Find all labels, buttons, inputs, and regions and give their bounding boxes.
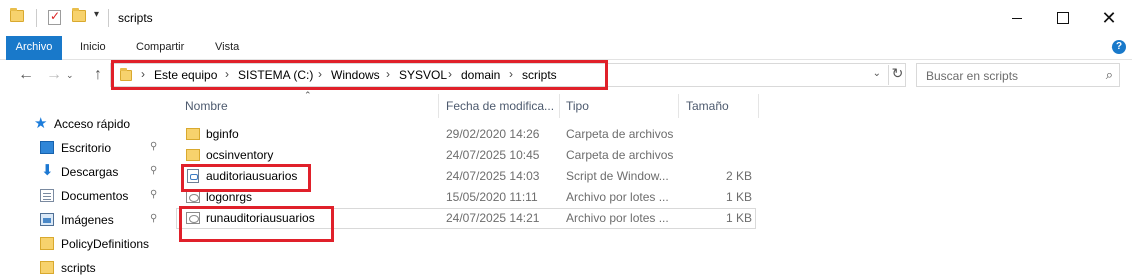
- column-divider[interactable]: [559, 94, 560, 118]
- documents-icon: [40, 189, 54, 202]
- file-list: ⌃ Nombre Fecha de modifica... Tipo Tamañ…: [176, 90, 1132, 280]
- file-name: ocsinventory: [206, 148, 274, 162]
- title-bar: ▾ scripts ✕: [0, 0, 1132, 36]
- pin-icon[interactable]: ⚲: [150, 213, 157, 224]
- pin-icon[interactable]: ⚲: [150, 141, 157, 152]
- search-placeholder: Buscar en scripts: [926, 69, 1019, 83]
- toolbar-separator: [108, 9, 109, 27]
- folder-icon: [186, 149, 200, 161]
- sidebar-item-label: Imágenes: [61, 213, 114, 227]
- column-header-fecha[interactable]: Fecha de modifica...: [446, 99, 554, 117]
- star-icon: ★: [34, 115, 48, 132]
- toolbar-separator: [36, 9, 37, 27]
- forward-button[interactable]: →: [46, 66, 62, 84]
- runauditoriausuarios-highlight-box: [179, 206, 334, 242]
- tab-archivo[interactable]: Archivo: [6, 36, 62, 60]
- column-header-tamano[interactable]: Tamaño: [686, 99, 729, 117]
- recent-locations-button[interactable]: ⌄: [66, 70, 74, 81]
- file-date: 24/07/2025 10:45: [446, 148, 540, 162]
- column-header-nombre[interactable]: Nombre: [185, 99, 228, 117]
- column-divider[interactable]: [758, 94, 759, 118]
- auditoriausuarios-highlight-box: [181, 164, 311, 192]
- folder-icon: [186, 128, 200, 140]
- pictures-icon: [40, 213, 54, 226]
- table-row[interactable]: bginfo 29/02/2020 14:26 Carpeta de archi…: [176, 124, 766, 145]
- file-type: Archivo por lotes ...: [566, 190, 669, 204]
- file-date: 15/05/2020 11:11: [446, 190, 538, 204]
- sidebar-item-label: Documentos: [61, 189, 129, 203]
- window-title: scripts: [118, 11, 153, 25]
- sidebar-item-label: PolicyDefinitions: [61, 237, 150, 251]
- file-date: 29/02/2020 14:26: [446, 127, 540, 141]
- sidebar-item-label: Acceso rápido: [54, 117, 131, 131]
- tab-compartir[interactable]: Compartir: [128, 36, 192, 60]
- file-type: Carpeta de archivos: [566, 127, 674, 141]
- back-button[interactable]: ←: [18, 66, 34, 84]
- address-history-dropdown[interactable]: ⌄: [873, 68, 881, 79]
- file-type: Script de Window...: [566, 169, 669, 183]
- pin-icon[interactable]: ⚲: [150, 165, 157, 176]
- file-name: bginfo: [206, 127, 239, 141]
- close-button[interactable]: ✕: [1086, 0, 1132, 36]
- sort-ascending-icon: ⌃: [304, 90, 312, 100]
- search-input[interactable]: Buscar en scripts ⌕: [916, 63, 1120, 87]
- table-row[interactable]: ocsinventory 24/07/2025 10:45 Carpeta de…: [176, 145, 766, 166]
- pin-icon[interactable]: ⚲: [150, 189, 157, 200]
- column-divider[interactable]: [678, 94, 679, 118]
- batch-file-icon: [186, 191, 200, 203]
- download-icon: ⬇: [41, 162, 54, 179]
- customize-quick-access-button[interactable]: ▾: [94, 9, 99, 20]
- desktop-icon: [40, 141, 54, 154]
- refresh-button[interactable]: ↻: [888, 65, 906, 85]
- sidebar-item-label: Descargas: [61, 165, 119, 179]
- tab-vista[interactable]: Vista: [207, 36, 247, 60]
- folder-icon: [40, 261, 54, 274]
- column-divider[interactable]: [438, 94, 439, 118]
- up-button[interactable]: ↑: [94, 66, 102, 84]
- help-button[interactable]: ?: [1112, 40, 1126, 54]
- sidebar-item-label: scripts: [61, 261, 96, 275]
- file-type: Carpeta de archivos: [566, 148, 674, 162]
- tab-inicio[interactable]: Inicio: [72, 36, 114, 60]
- navigation-pane: ★ Acceso rápido Escritorio ⚲ ⬇ Descargas…: [0, 96, 170, 280]
- file-size: 1 KB: [725, 211, 752, 225]
- file-size: 2 KB: [725, 169, 752, 183]
- ribbon-tabs: Archivo Inicio Compartir Vista ⌄ ?: [0, 36, 1132, 60]
- file-date: 24/07/2025 14:03: [446, 169, 540, 183]
- search-icon[interactable]: ⌕: [1106, 67, 1113, 83]
- folder-icon: [40, 237, 54, 250]
- column-header-tipo[interactable]: Tipo: [566, 99, 589, 117]
- file-date: 24/07/2025 14:21: [446, 211, 540, 225]
- address-highlight-box: [111, 60, 608, 90]
- minimize-button[interactable]: [994, 0, 1040, 36]
- maximize-button[interactable]: [1040, 0, 1086, 36]
- file-name: logonrgs: [206, 190, 253, 204]
- sidebar-item-label: Escritorio: [61, 141, 112, 155]
- file-size: 1 KB: [725, 190, 752, 204]
- file-type: Archivo por lotes ...: [566, 211, 669, 225]
